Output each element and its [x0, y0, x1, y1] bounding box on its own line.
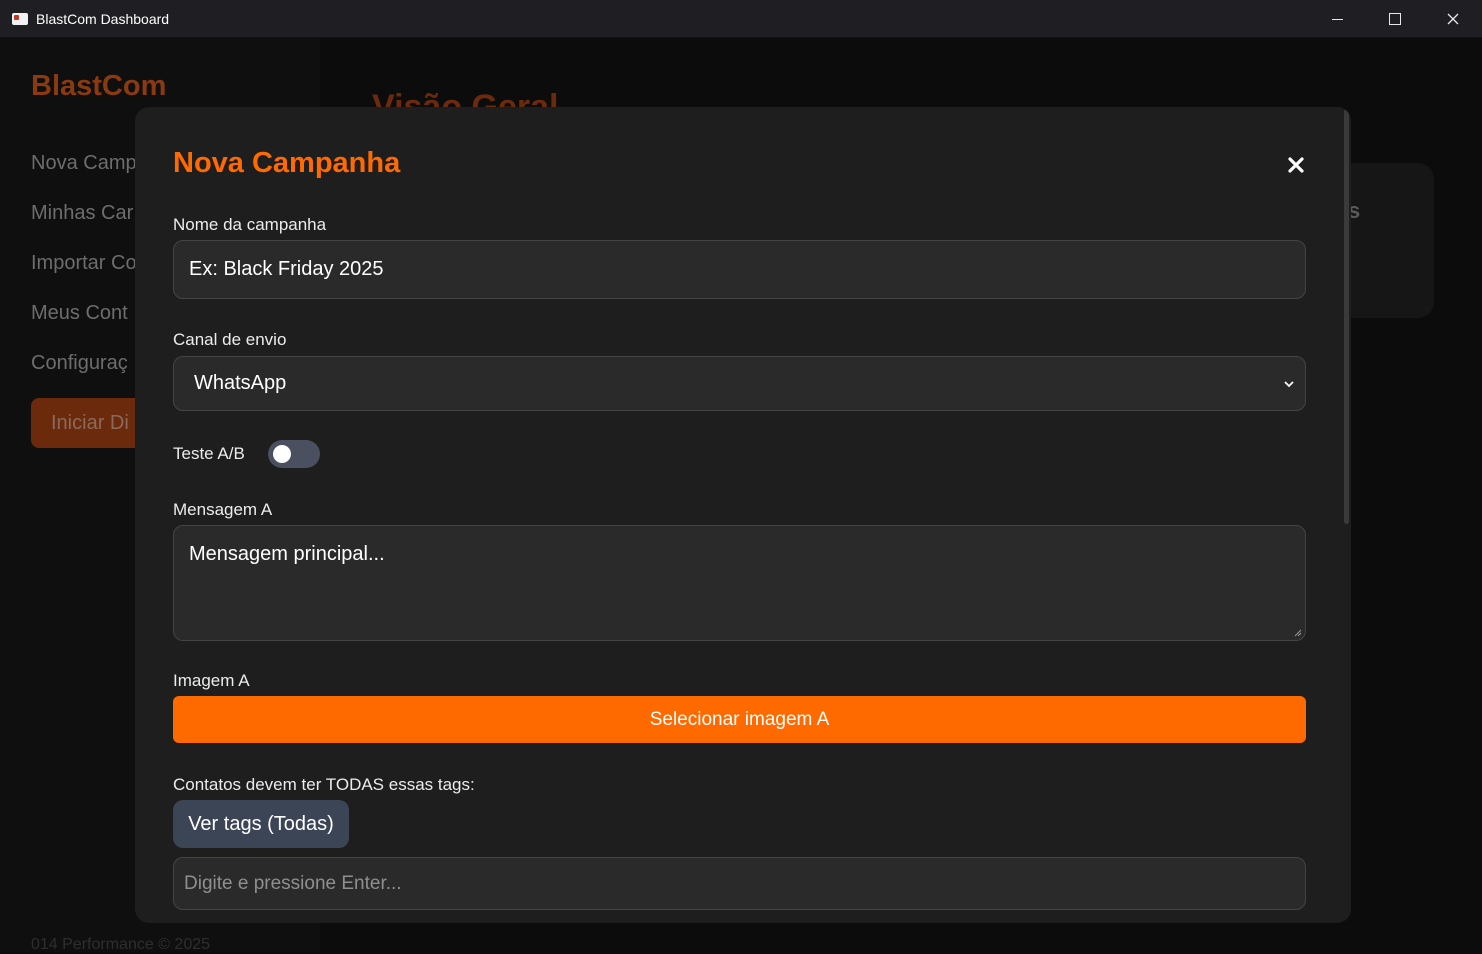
- sidebar-nav: Nova Camp Minhas Car Importar Co Meus Co…: [31, 150, 137, 400]
- resize-grip-icon[interactable]: [1293, 628, 1302, 637]
- modal-scrollbar[interactable]: [1343, 107, 1351, 923]
- sidebar-item-minhas-campanhas[interactable]: Minhas Car: [31, 200, 137, 250]
- window-title: BlastCom Dashboard: [36, 10, 170, 27]
- channel-label: Canal de envio: [173, 330, 287, 349]
- modal-title: Nova Campanha: [173, 147, 401, 179]
- sidebar-item-meus-contatos[interactable]: Meus Cont: [31, 300, 137, 350]
- new-campaign-modal: Nova Campanha Nome da campanha Ex: Black…: [135, 107, 1351, 923]
- sidebar-item-importar-contatos[interactable]: Importar Co: [31, 250, 137, 300]
- channel-selected-value: WhatsApp: [194, 372, 287, 394]
- tags-input[interactable]: Digite e pressione Enter...: [173, 857, 1306, 910]
- message-a-label: Mensagem A: [173, 500, 273, 519]
- tags-label: Contatos devem ter TODAS essas tags:: [173, 775, 475, 794]
- message-a-textarea[interactable]: Mensagem principal...: [173, 525, 1306, 641]
- brand-logo: BlastCom: [31, 70, 167, 102]
- footer-copyright: 014 Performance © 2025: [31, 936, 211, 953]
- channel-select[interactable]: WhatsApp: [173, 356, 1306, 411]
- window-controls: [1308, 0, 1482, 38]
- toggle-knob: [273, 445, 291, 463]
- window-titlebar: BlastCom Dashboard: [0, 0, 1482, 38]
- sidebar-item-configuracoes[interactable]: Configuraç: [31, 350, 137, 400]
- ab-test-label: Teste A/B: [173, 444, 245, 463]
- image-a-label: Imagem A: [173, 671, 250, 690]
- minimize-icon[interactable]: [1308, 0, 1366, 38]
- maximize-icon[interactable]: [1366, 0, 1424, 38]
- select-image-a-button[interactable]: Selecionar imagem A: [173, 696, 1306, 743]
- view-tags-button[interactable]: Ver tags (Todas): [173, 800, 349, 848]
- ab-test-toggle[interactable]: [268, 440, 320, 468]
- sidebar-item-nova-campanha[interactable]: Nova Camp: [31, 150, 137, 200]
- scroll-thumb[interactable]: [1344, 109, 1349, 524]
- campaign-name-input[interactable]: Ex: Black Friday 2025: [173, 240, 1306, 299]
- app-logo-icon: [12, 12, 28, 25]
- close-icon[interactable]: [1424, 0, 1482, 38]
- chevron-down-icon: [1284, 381, 1294, 388]
- campaign-name-label: Nome da campanha: [173, 215, 327, 234]
- close-x-icon[interactable]: [1286, 155, 1306, 175]
- message-a-text: Mensagem principal...: [189, 543, 385, 565]
